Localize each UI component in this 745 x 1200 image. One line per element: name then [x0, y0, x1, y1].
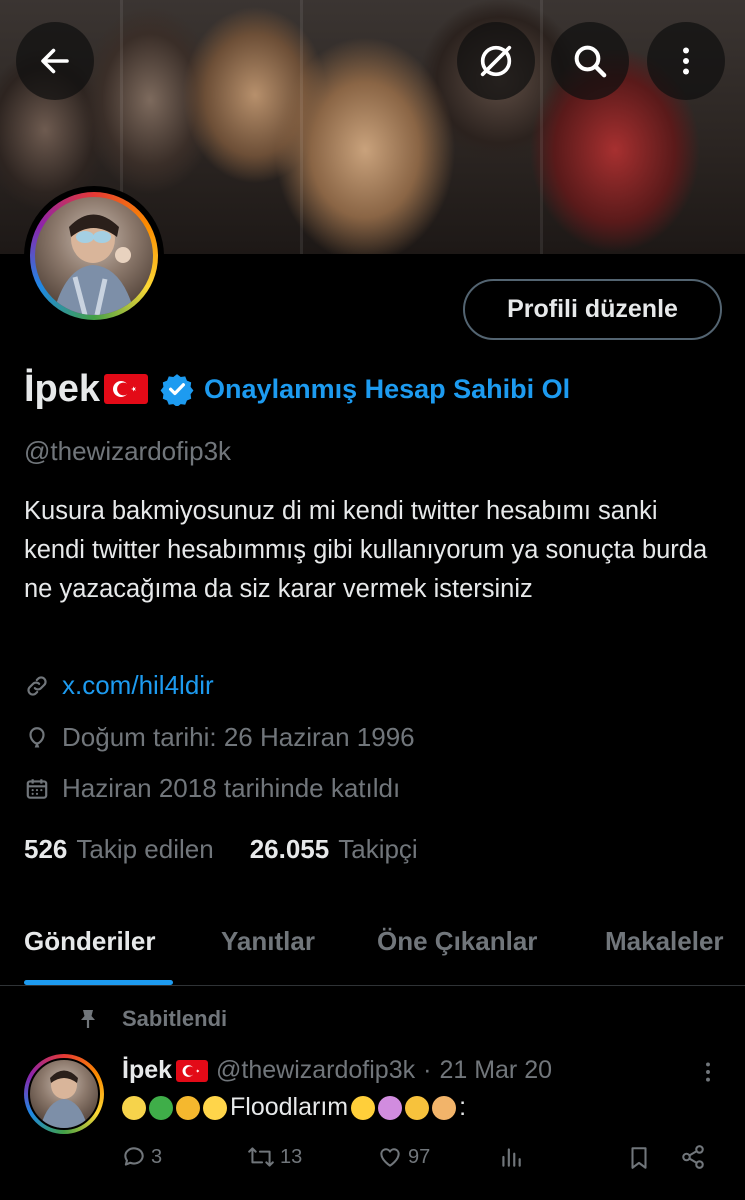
bookmark-icon — [631, 1147, 647, 1169]
tab-articles[interactable]: Makaleler — [605, 926, 724, 957]
post-separator: · — [423, 1056, 432, 1084]
slash-circle-icon — [480, 45, 512, 77]
back-button[interactable] — [16, 22, 94, 100]
reply-icon — [124, 1147, 144, 1166]
nail-polish-emoji — [378, 1095, 403, 1120]
post-date[interactable]: 21 Mar 20 — [439, 1056, 552, 1085]
calendar-icon — [26, 778, 48, 799]
search-icon — [574, 45, 607, 78]
heart-icon — [380, 1148, 400, 1167]
bar-chart-icon — [502, 1148, 521, 1167]
post-author-avatar[interactable] — [24, 1054, 104, 1134]
writing-hand-emoji — [432, 1095, 457, 1120]
following-label: Takip edilen — [76, 834, 214, 864]
tab-posts[interactable]: Gönderiler — [24, 926, 155, 957]
repost-button[interactable]: 13 — [246, 1144, 302, 1170]
tab-highlights[interactable]: Öne Çıkanlar — [377, 926, 537, 957]
post-more-button[interactable] — [695, 1058, 721, 1091]
search-button[interactable] — [551, 22, 629, 100]
repost-count: 13 — [280, 1145, 303, 1168]
pinned-label-row: Sabitlendi — [76, 1006, 227, 1032]
like-count: 97 — [408, 1145, 431, 1168]
followers-link[interactable]: 26.055 Takipçi — [250, 834, 418, 865]
reply-count: 3 — [151, 1145, 163, 1168]
turkey-flag-icon — [104, 374, 149, 404]
post-text-row: Floodlarım : — [122, 1093, 466, 1122]
post-author-handle[interactable]: @thewizardofip3k — [216, 1056, 415, 1085]
reply-button[interactable]: 3 — [121, 1144, 162, 1170]
link-icon — [27, 675, 47, 696]
post-avatar-photo — [28, 1058, 100, 1130]
turkey-flag-icon — [176, 1059, 209, 1082]
profile-tabs: Gönderiler Yanıtlar Öne Çıkanlar Makalel… — [0, 904, 745, 986]
avatar-photo — [35, 197, 153, 315]
display-name: İpek — [24, 367, 101, 410]
more-vertical-icon — [683, 47, 689, 75]
followers-label: Takipçi — [338, 834, 418, 864]
translate-button[interactable] — [457, 22, 535, 100]
profile-website-link[interactable]: x.com/hil4ldir — [62, 670, 214, 701]
post-actions: 3 13 97 — [0, 1144, 745, 1184]
arrow-left-icon — [41, 48, 69, 74]
post-header: İpek @thewizardofip3k · 21 Mar 20 — [122, 1056, 552, 1085]
tab-replies[interactable]: Yanıtlar — [221, 926, 315, 957]
following-link[interactable]: 526 Takip edilen — [24, 834, 214, 865]
four-leaf-clover-emoji — [149, 1095, 173, 1120]
sparkles-emoji — [203, 1095, 227, 1120]
dizzy-emoji — [176, 1095, 200, 1120]
views-button[interactable] — [498, 1144, 528, 1170]
following-count: 526 — [24, 834, 68, 864]
repost-icon — [248, 1147, 274, 1167]
birthday-text: Doğum tarihi: 26 Haziran 1996 — [62, 722, 415, 752]
get-verified-link[interactable]: Onaylanmış Hesap Sahibi Ol — [204, 374, 570, 405]
bookmark-button[interactable] — [626, 1144, 656, 1172]
pinned-label: Sabitlendi — [122, 1006, 228, 1031]
joined-text: Haziran 2018 tarihinde katıldı — [62, 773, 401, 803]
birthday-row: Doğum tarihi: 26 Haziran 1996 — [24, 722, 415, 753]
profile-link-row: x.com/hil4ldir — [24, 670, 214, 701]
profile-name-row: İpek Onaylanmış Hesap Sahibi Ol — [24, 364, 570, 414]
more-button[interactable] — [647, 22, 725, 100]
followers-count: 26.055 — [249, 834, 330, 864]
follow-stats: 526 Takip edilen 26.055 Takipçi — [24, 834, 418, 865]
more-vertical-icon — [706, 1062, 710, 1082]
profile-handle: @thewizardofip3k — [24, 436, 232, 466]
pin-icon — [81, 1010, 95, 1028]
zany-face-emoji — [405, 1095, 430, 1120]
hatching-chick-emoji — [122, 1095, 146, 1120]
joined-row: Haziran 2018 tarihinde katıldı — [24, 773, 400, 804]
active-tab-indicator — [24, 980, 173, 985]
post-author-name[interactable]: İpek — [122, 1056, 172, 1085]
profile-avatar[interactable] — [24, 186, 164, 326]
glowing-star-emoji — [351, 1095, 376, 1120]
post-text: Floodlarım — [230, 1093, 349, 1121]
verified-badge-icon — [160, 374, 194, 406]
share-button[interactable] — [680, 1144, 710, 1170]
post-text-colon: : — [459, 1093, 467, 1121]
profile-bio: Kusura bakmiyosunuz di mi kendi twitter … — [24, 497, 708, 603]
like-button[interactable]: 97 — [376, 1144, 430, 1170]
balloon-icon — [29, 726, 45, 748]
edit-profile-button[interactable]: Profili düzenle — [463, 279, 722, 340]
share-icon — [682, 1145, 704, 1169]
